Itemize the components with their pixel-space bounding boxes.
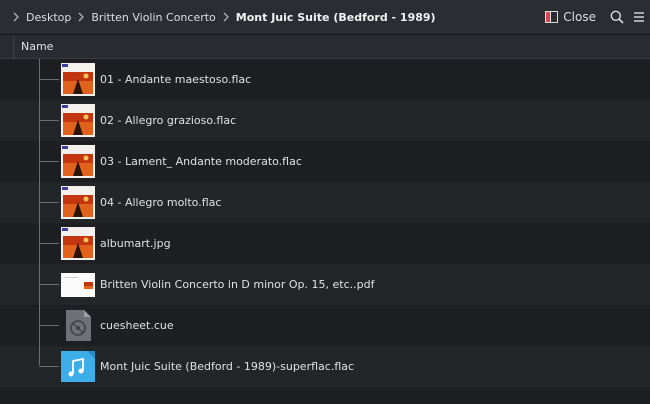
split-view-icon bbox=[545, 11, 559, 23]
tree-connector bbox=[39, 120, 59, 121]
album-art-thumbnail bbox=[61, 186, 95, 219]
file-name: Britten Violin Concerto in D minor Op. 1… bbox=[100, 278, 375, 291]
file-row[interactable]: 03 - Lament_ Andante moderato.flac bbox=[0, 141, 650, 182]
location-toolbar: Desktop Britten Violin Concerto Mont Jui… bbox=[0, 0, 650, 35]
cue-file-icon bbox=[66, 310, 91, 341]
file-row[interactable]: 02 - Allegro grazioso.flac bbox=[0, 100, 650, 141]
file-name: 02 - Allegro grazioso.flac bbox=[100, 114, 237, 127]
file-row[interactable]: Mont Juic Suite (Bedford - 1989)-superfl… bbox=[0, 346, 650, 387]
album-art-thumbnail bbox=[61, 104, 95, 137]
file-name: albumart.jpg bbox=[100, 237, 171, 250]
tree-connector bbox=[39, 325, 59, 326]
file-name: 03 - Lament_ Andante moderato.flac bbox=[100, 155, 302, 168]
file-list: 01 - Andante maestoso.flac 02 - Allegro … bbox=[0, 59, 650, 404]
tree-connector bbox=[39, 79, 59, 80]
tree-branch-line bbox=[39, 59, 40, 365]
menu-button[interactable] bbox=[628, 5, 650, 29]
tree-connector bbox=[39, 202, 59, 203]
header-expand-column bbox=[0, 34, 14, 59]
file-row[interactable]: cuesheet.cue bbox=[0, 305, 650, 346]
file-name: Mont Juic Suite (Bedford - 1989)-superfl… bbox=[100, 360, 355, 373]
chevron-right-icon[interactable] bbox=[77, 12, 85, 22]
tree-connector bbox=[39, 243, 59, 244]
chevron-right-icon[interactable] bbox=[12, 12, 20, 22]
file-row[interactable]: Britten Violin Concerto in D minor Op. 1… bbox=[0, 264, 650, 305]
empty-list-area[interactable] bbox=[0, 387, 650, 404]
album-art-thumbnail bbox=[61, 227, 95, 260]
file-name: 04 - Allegro molto.flac bbox=[100, 196, 222, 209]
file-row[interactable]: albumart.jpg bbox=[0, 223, 650, 264]
breadcrumb: Desktop Britten Violin Concerto Mont Jui… bbox=[0, 0, 539, 35]
tree-connector bbox=[39, 161, 59, 162]
pdf-thumbnail bbox=[61, 273, 95, 297]
album-art-thumbnail bbox=[61, 63, 95, 96]
breadcrumb-britten-violin-concerto[interactable]: Britten Violin Concerto bbox=[91, 11, 215, 24]
file-row[interactable]: 04 - Allegro molto.flac bbox=[0, 182, 650, 223]
chevron-right-icon[interactable] bbox=[222, 12, 230, 22]
file-name: 01 - Andante maestoso.flac bbox=[100, 73, 252, 86]
breadcrumb-desktop[interactable]: Desktop bbox=[26, 11, 71, 24]
close-button[interactable]: Close bbox=[539, 5, 602, 29]
audio-file-icon bbox=[61, 351, 95, 382]
close-button-label: Close bbox=[563, 10, 596, 24]
album-art-thumbnail bbox=[61, 145, 95, 178]
file-name: cuesheet.cue bbox=[100, 319, 174, 332]
name-column-header[interactable]: Name bbox=[14, 40, 53, 53]
search-icon bbox=[610, 10, 624, 24]
file-row[interactable]: 01 - Andante maestoso.flac bbox=[0, 59, 650, 100]
tree-connector bbox=[39, 284, 59, 285]
breadcrumb-current-folder[interactable]: Mont Juic Suite (Bedford - 1989) bbox=[236, 11, 436, 24]
tree-connector bbox=[39, 366, 59, 367]
search-button[interactable] bbox=[606, 5, 628, 29]
column-header: Name bbox=[0, 34, 650, 59]
hamburger-menu-icon bbox=[634, 12, 644, 22]
